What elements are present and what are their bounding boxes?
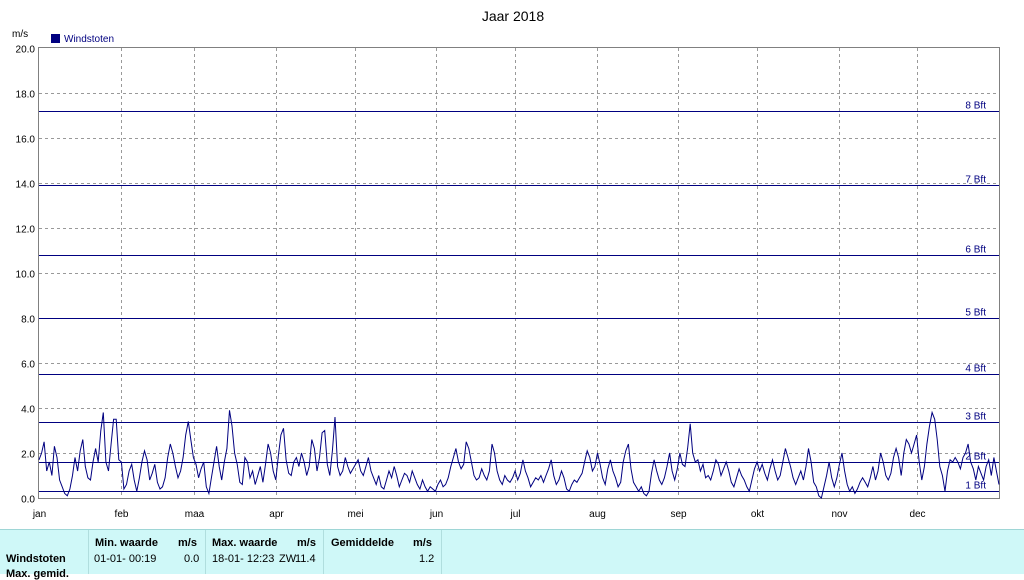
x-tick-label: maa — [185, 509, 205, 520]
max-direction: ZW — [279, 553, 297, 565]
y-tick-label: 4.0 — [21, 405, 35, 416]
y-axis-unit-label: m/s — [12, 29, 28, 40]
x-tick-label: jun — [429, 509, 443, 520]
max-value: 11.4 — [295, 553, 316, 565]
beaufort-label: 2 Bft — [965, 452, 986, 463]
min-value-column: Min. waarde m/s 01-01- 00:19 0.0 — [89, 530, 206, 574]
x-tick-label: nov — [831, 509, 847, 520]
beaufort-label: 5 Bft — [965, 308, 986, 319]
y-tick-label: 6.0 — [21, 360, 35, 371]
x-tick-label: feb — [115, 509, 129, 520]
y-tick-label: 0.0 — [21, 495, 35, 506]
y-tick-label: 10.0 — [16, 270, 36, 281]
legend-swatch — [51, 34, 60, 43]
x-tick-label: apr — [269, 509, 284, 520]
avg-value: 1.2 — [419, 553, 435, 565]
avg-unit: m/s — [413, 537, 432, 549]
beaufort-label: 8 Bft — [965, 101, 986, 112]
y-tick-label: 18.0 — [16, 90, 36, 101]
min-date: 01-01- 00:19 — [94, 553, 157, 565]
chart-area: Jaar 2018 m/s Windstoten 1 Bft 2 Bft 3 Bft… — [12, 8, 1000, 520]
x-tick-label: jan — [32, 509, 46, 520]
y-tick-label: 14.0 — [16, 180, 36, 191]
avg-header: Gemiddelde — [331, 537, 394, 549]
beaufort-label: 6 Bft — [965, 245, 986, 256]
y-tick-label: 8.0 — [21, 315, 35, 326]
beaufort-label: 7 Bft — [965, 175, 986, 186]
x-tick-label: aug — [589, 509, 606, 520]
average-column: Gemiddelde m/s 1.2 — [324, 530, 442, 574]
x-tick-label: mei — [347, 509, 363, 520]
y-tick-label: 16.0 — [16, 135, 36, 146]
min-unit: m/s — [178, 537, 197, 549]
min-header: Min. waarde — [95, 537, 158, 549]
chart-title: Jaar 2018 — [482, 8, 544, 24]
y-tick-label: 12.0 — [16, 225, 36, 236]
stats-label-column — [0, 530, 89, 574]
max-value-column: Max. waarde m/s 18-01- 12:23 ZW 11.4 — [206, 530, 324, 574]
max-date: 18-01- 12:23 — [212, 553, 275, 565]
y-tick-label: 20.0 — [16, 45, 36, 56]
statistics-panel: Windstoten Max. gemid. Min. waarde m/s 0… — [0, 529, 1024, 580]
x-tick-label: sep — [670, 509, 687, 520]
beaufort-label: 4 Bft — [965, 364, 986, 375]
max-unit: m/s — [297, 537, 316, 549]
beaufort-label: 3 Bft — [965, 412, 986, 423]
beaufort-label: 1 Bft — [965, 481, 986, 492]
y-tick-label: 2.0 — [21, 450, 35, 461]
min-value: 0.0 — [184, 553, 200, 565]
x-tick-label: jul — [509, 509, 520, 520]
x-tick-label: okt — [751, 509, 765, 520]
x-tick-label: dec — [909, 509, 925, 520]
max-header: Max. waarde — [212, 537, 278, 549]
legend-label: Windstoten — [64, 34, 114, 45]
